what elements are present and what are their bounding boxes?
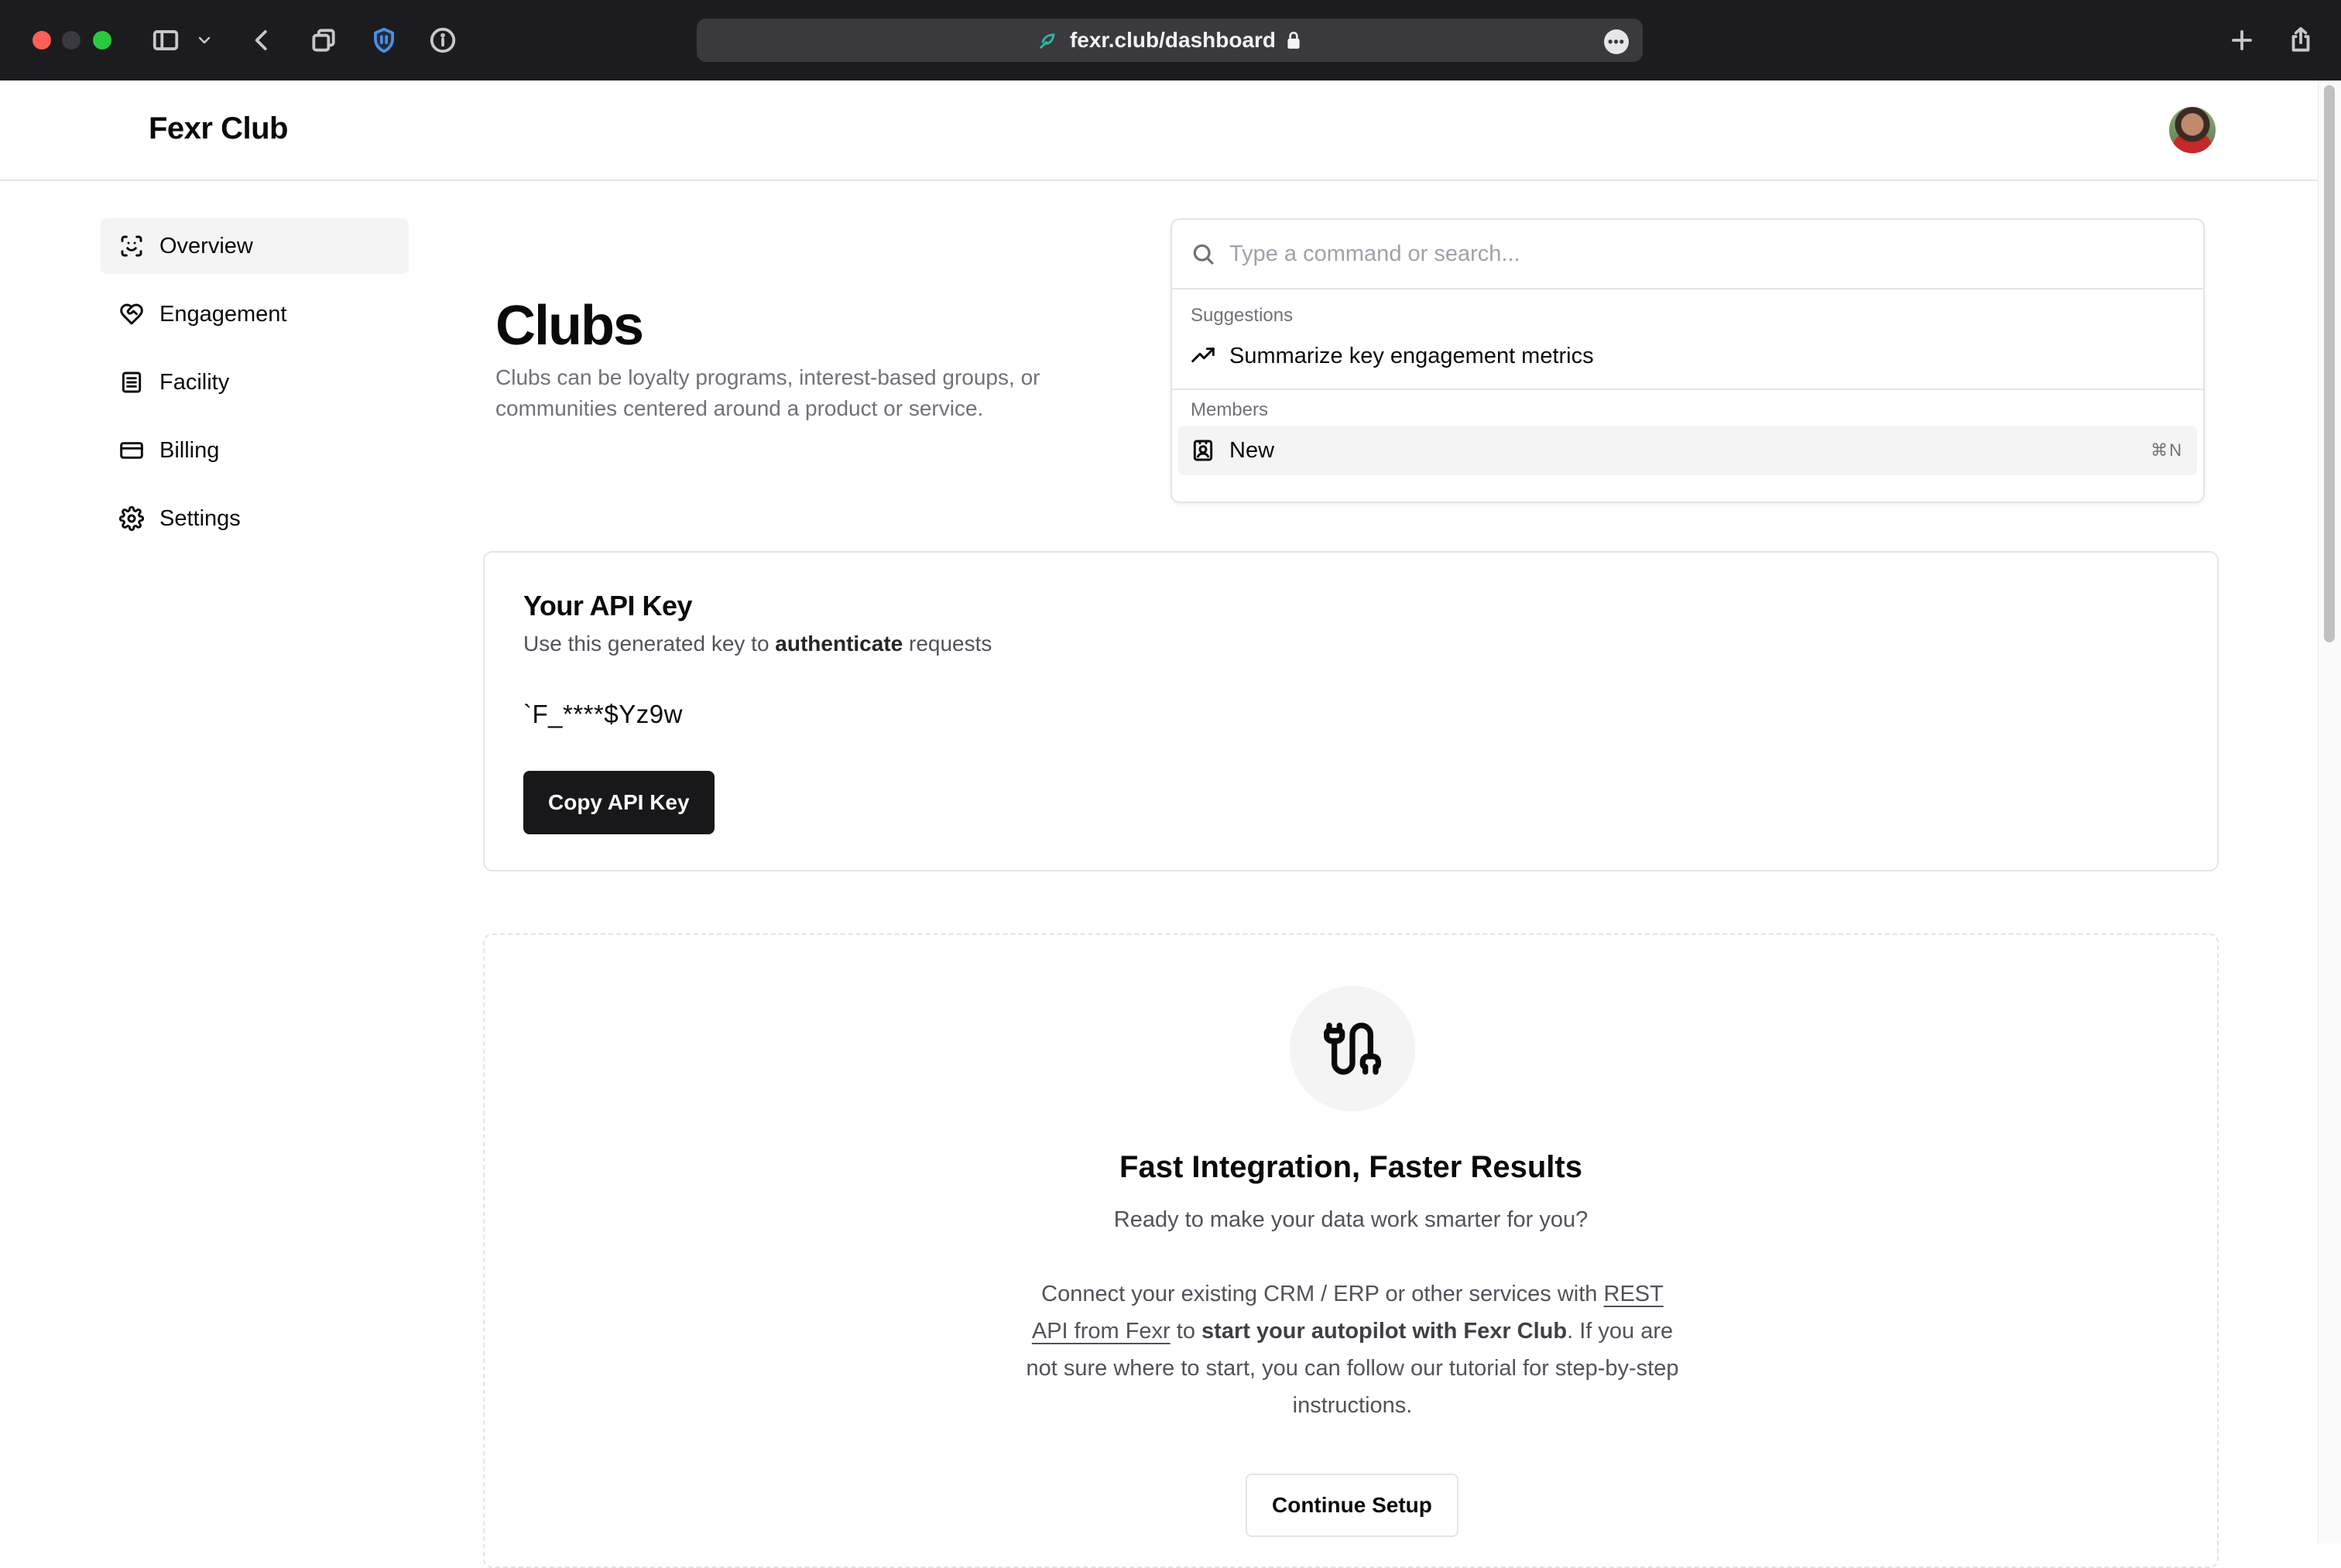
api-subtitle-post: requests	[903, 632, 992, 656]
command-palette: Suggestions Summarize key engagement met…	[1170, 218, 2205, 503]
site-favicon-icon	[1040, 33, 1055, 49]
integration-body-mid: to	[1170, 1319, 1202, 1344]
command-item-summarize-metrics[interactable]: Summarize key engagement metrics	[1178, 331, 2197, 381]
continue-setup-button[interactable]: Continue Setup	[1246, 1474, 1458, 1537]
brand-logo-text[interactable]: Fexr Club	[149, 111, 288, 146]
api-key-value: `F_****$Yz9w	[523, 700, 683, 728]
user-avatar[interactable]	[2168, 105, 2217, 155]
api-key-card: Your API Key Use this generated key to a…	[483, 551, 2219, 871]
command-group-label: Suggestions	[1191, 305, 1294, 326]
building-icon	[122, 371, 142, 393]
sidebar-item-label: Overview	[159, 233, 253, 258]
cable-icon	[1290, 986, 1415, 1111]
heart-handshake-icon	[120, 303, 143, 325]
lock-icon	[1287, 31, 1300, 49]
command-item-label: New	[1229, 437, 1275, 463]
gear-icon	[119, 506, 144, 531]
address-bar[interactable]: fexr.club/dashboard •••	[697, 19, 1643, 62]
page-scrollbar-thumb[interactable]	[2324, 85, 2335, 642]
sidebar-item-label: Facility	[159, 369, 230, 395]
address-url: fexr.club/dashboard	[1069, 28, 1277, 52]
share-icon[interactable]	[2284, 23, 2318, 57]
sidebar-item-settings[interactable]: Settings	[101, 491, 409, 546]
sidebar-item-overview[interactable]: Overview	[101, 218, 409, 274]
more-options-icon[interactable]: •••	[1604, 29, 1629, 54]
integration-body-pre: Connect your existing CRM / ERP or other…	[1041, 1282, 1604, 1306]
sidebar-item-label: Engagement	[159, 301, 287, 327]
close-window-button[interactable]	[33, 31, 51, 50]
sidebar-item-facility[interactable]: Facility	[101, 354, 409, 410]
chevron-down-icon[interactable]	[192, 23, 217, 57]
sidebar-item-engagement[interactable]: Engagement	[101, 286, 409, 342]
command-search-row	[1172, 220, 2203, 289]
copy-api-key-button[interactable]: Copy API Key	[523, 771, 715, 834]
sidebar-nav: Overview Engagement Facility Billing Set…	[101, 218, 409, 559]
integration-subtitle: Ready to make your data work smarter for…	[1113, 1207, 1589, 1232]
api-subtitle-pre: Use this generated key to	[523, 632, 776, 656]
api-card-subtitle: Use this generated key to authenticate r…	[523, 632, 992, 656]
page-description: Clubs can be loyalty programs, interest-…	[495, 365, 1040, 420]
sidebar-item-label: Settings	[159, 505, 241, 531]
back-arrow-icon[interactable]	[245, 23, 279, 57]
app-header: Fexr Club	[0, 80, 2318, 181]
info-icon[interactable]	[426, 23, 460, 57]
api-card-title: Your API Key	[523, 590, 693, 621]
integration-title: Fast Integration, Faster Results	[1119, 1150, 1582, 1184]
integration-body-bold: start your autopilot with Fexr Club	[1201, 1319, 1568, 1344]
zoom-window-button[interactable]	[93, 31, 111, 50]
command-item-label: Summarize key engagement metrics	[1229, 343, 1594, 368]
command-item-new-member[interactable]: New ⌘N	[1178, 426, 2197, 475]
sidebar-toggle-icon[interactable]	[149, 23, 183, 57]
browser-toolbar: fexr.club/dashboard •••	[0, 0, 2341, 80]
credit-card-icon	[120, 442, 143, 459]
tabs-overview-icon[interactable]	[307, 23, 341, 57]
integration-body: Connect your existing CRM / ERP or other…	[1023, 1275, 1681, 1424]
sidebar-item-label: Billing	[159, 437, 220, 463]
keyboard-shortcut: ⌘N	[2151, 440, 2183, 460]
search-icon	[1193, 244, 1214, 265]
trending-up-icon	[1191, 347, 1215, 363]
password-manager-shield-icon[interactable]	[367, 23, 401, 57]
minimize-window-button[interactable]	[62, 31, 81, 50]
command-group-label: Members	[1191, 399, 1269, 420]
command-search-input[interactable]	[1229, 241, 2158, 267]
api-subtitle-bold: authenticate	[775, 632, 903, 656]
sidebar-item-billing[interactable]: Billing	[101, 423, 409, 478]
contact-icon	[1193, 440, 1213, 461]
integration-panel: Fast Integration, Faster Results Ready t…	[483, 933, 2219, 1568]
page-title: Clubs	[495, 295, 644, 357]
scan-face-icon	[121, 235, 142, 257]
new-tab-plus-icon[interactable]	[2225, 23, 2259, 57]
